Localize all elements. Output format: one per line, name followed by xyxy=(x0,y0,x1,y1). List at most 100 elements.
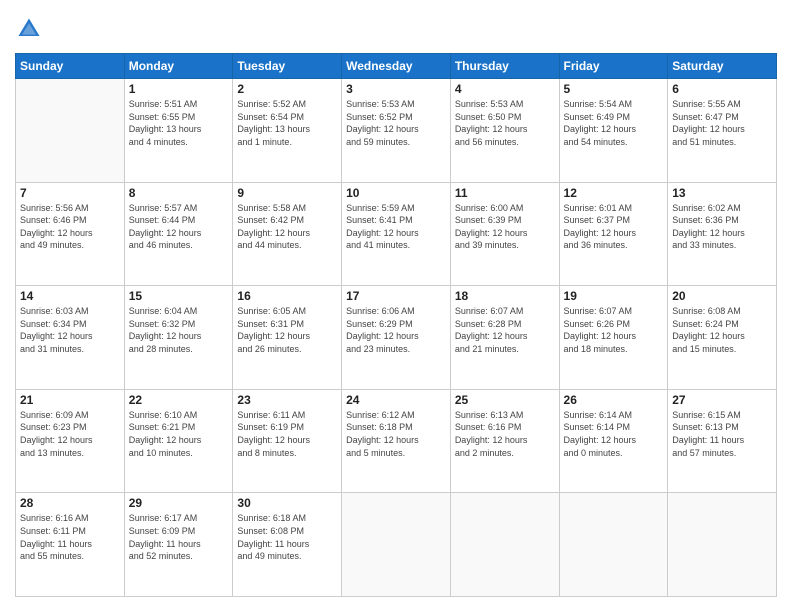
day-number: 7 xyxy=(20,186,120,200)
day-cell: 28Sunrise: 6:16 AM Sunset: 6:11 PM Dayli… xyxy=(16,493,125,597)
day-number: 17 xyxy=(346,289,446,303)
day-info: Sunrise: 5:57 AM Sunset: 6:44 PM Dayligh… xyxy=(129,202,229,252)
day-cell: 10 Sunrise: 5:59 AM Sunset: 6:41 PM Dayli… xyxy=(342,182,451,286)
day-header-thursday: Thursday xyxy=(450,54,559,79)
day-info: Sunrise: 5:53 AM Sunset: 6:52 PM Dayligh… xyxy=(346,98,446,148)
day-cell xyxy=(16,79,125,183)
day-number: 27 xyxy=(672,393,772,407)
day-info: Sunrise: 6:07 AM Sunset: 6:28 PM Dayligh… xyxy=(455,305,555,355)
day-info: Sunrise: 5:55 AM Sunset: 6:47 PM Dayligh… xyxy=(672,98,772,148)
week-row-1: 7 Sunrise: 5:56 AM Sunset: 6:46 PM Daylig… xyxy=(16,182,777,286)
day-number: 19 xyxy=(564,289,664,303)
header xyxy=(15,15,777,43)
day-number: 30 xyxy=(237,496,337,510)
day-info: Sunrise: 5:51 AM Sunset: 6:55 PM Dayligh… xyxy=(129,98,229,148)
week-row-3: 21 Sunrise: 6:09 AM Sunset: 6:23 PM Dayli… xyxy=(16,389,777,493)
day-header-monday: Monday xyxy=(124,54,233,79)
day-cell: 23Sunrise: 6:11 AM Sunset: 6:19 PM Dayli… xyxy=(233,389,342,493)
day-cell: 19 Sunrise: 6:07 AM Sunset: 6:26 PM Dayli… xyxy=(559,286,668,390)
day-cell: 6 Sunrise: 5:55 AM Sunset: 6:47 PM Daylig… xyxy=(668,79,777,183)
day-info: Sunrise: 6:12 AM Sunset: 6:18 PM Dayligh… xyxy=(346,409,446,459)
day-header-saturday: Saturday xyxy=(668,54,777,79)
day-info: Sunrise: 6:09 AM Sunset: 6:23 PM Dayligh… xyxy=(20,409,120,459)
day-info: Sunrise: 5:53 AM Sunset: 6:50 PM Dayligh… xyxy=(455,98,555,148)
day-info: Sunrise: 6:04 AM Sunset: 6:32 PM Dayligh… xyxy=(129,305,229,355)
day-cell: 16 Sunrise: 6:05 AM Sunset: 6:31 PM Dayli… xyxy=(233,286,342,390)
day-cell xyxy=(450,493,559,597)
day-cell: 17 Sunrise: 6:06 AM Sunset: 6:29 PM Dayli… xyxy=(342,286,451,390)
day-cell: 1Sunrise: 5:51 AM Sunset: 6:55 PM Daylig… xyxy=(124,79,233,183)
day-info: Sunrise: 6:08 AM Sunset: 6:24 PM Dayligh… xyxy=(672,305,772,355)
day-cell: 11 Sunrise: 6:00 AM Sunset: 6:39 PM Dayli… xyxy=(450,182,559,286)
day-number: 2 xyxy=(237,82,337,96)
week-row-2: 14 Sunrise: 6:03 AM Sunset: 6:34 PM Dayli… xyxy=(16,286,777,390)
day-cell: 9 Sunrise: 5:58 AM Sunset: 6:42 PM Daylig… xyxy=(233,182,342,286)
day-number: 16 xyxy=(237,289,337,303)
day-cell: 30 Sunrise: 6:18 AM Sunset: 6:08 PM Dayli… xyxy=(233,493,342,597)
day-number: 14 xyxy=(20,289,120,303)
day-cell: 3 Sunrise: 5:53 AM Sunset: 6:52 PM Daylig… xyxy=(342,79,451,183)
day-number: 29 xyxy=(129,496,229,510)
day-cell xyxy=(559,493,668,597)
day-number: 3 xyxy=(346,82,446,96)
day-number: 11 xyxy=(455,186,555,200)
day-info: Sunrise: 5:58 AM Sunset: 6:42 PM Dayligh… xyxy=(237,202,337,252)
day-cell: 22Sunrise: 6:10 AM Sunset: 6:21 PM Dayli… xyxy=(124,389,233,493)
day-number: 18 xyxy=(455,289,555,303)
day-info: Sunrise: 6:06 AM Sunset: 6:29 PM Dayligh… xyxy=(346,305,446,355)
day-number: 28 xyxy=(20,496,120,510)
day-cell: 14 Sunrise: 6:03 AM Sunset: 6:34 PM Dayli… xyxy=(16,286,125,390)
day-cell: 8 Sunrise: 5:57 AM Sunset: 6:44 PM Daylig… xyxy=(124,182,233,286)
day-cell: 20Sunrise: 6:08 AM Sunset: 6:24 PM Dayli… xyxy=(668,286,777,390)
day-info: Sunrise: 6:05 AM Sunset: 6:31 PM Dayligh… xyxy=(237,305,337,355)
day-info: Sunrise: 6:13 AM Sunset: 6:16 PM Dayligh… xyxy=(455,409,555,459)
day-cell: 12 Sunrise: 6:01 AM Sunset: 6:37 PM Dayli… xyxy=(559,182,668,286)
day-info: Sunrise: 6:07 AM Sunset: 6:26 PM Dayligh… xyxy=(564,305,664,355)
day-info: Sunrise: 6:03 AM Sunset: 6:34 PM Dayligh… xyxy=(20,305,120,355)
logo-icon xyxy=(15,15,43,43)
day-cell xyxy=(668,493,777,597)
day-number: 22 xyxy=(129,393,229,407)
day-info: Sunrise: 6:02 AM Sunset: 6:36 PM Dayligh… xyxy=(672,202,772,252)
day-header-friday: Friday xyxy=(559,54,668,79)
day-cell: 15 Sunrise: 6:04 AM Sunset: 6:32 PM Dayli… xyxy=(124,286,233,390)
day-info: Sunrise: 6:01 AM Sunset: 6:37 PM Dayligh… xyxy=(564,202,664,252)
day-number: 6 xyxy=(672,82,772,96)
day-header-tuesday: Tuesday xyxy=(233,54,342,79)
day-cell: 26Sunrise: 6:14 AM Sunset: 6:14 PM Dayli… xyxy=(559,389,668,493)
day-number: 8 xyxy=(129,186,229,200)
day-cell: 2 Sunrise: 5:52 AM Sunset: 6:54 PM Daylig… xyxy=(233,79,342,183)
day-number: 12 xyxy=(564,186,664,200)
day-number: 4 xyxy=(455,82,555,96)
day-number: 9 xyxy=(237,186,337,200)
day-cell xyxy=(342,493,451,597)
page: SundayMondayTuesdayWednesdayThursdayFrid… xyxy=(0,0,792,612)
day-cell: 13Sunrise: 6:02 AM Sunset: 6:36 PM Dayli… xyxy=(668,182,777,286)
day-number: 15 xyxy=(129,289,229,303)
day-info: Sunrise: 5:59 AM Sunset: 6:41 PM Dayligh… xyxy=(346,202,446,252)
day-cell: 4 Sunrise: 5:53 AM Sunset: 6:50 PM Daylig… xyxy=(450,79,559,183)
day-cell: 25 Sunrise: 6:13 AM Sunset: 6:16 PM Dayli… xyxy=(450,389,559,493)
day-cell: 21 Sunrise: 6:09 AM Sunset: 6:23 PM Dayli… xyxy=(16,389,125,493)
day-info: Sunrise: 6:15 AM Sunset: 6:13 PM Dayligh… xyxy=(672,409,772,459)
day-info: Sunrise: 6:14 AM Sunset: 6:14 PM Dayligh… xyxy=(564,409,664,459)
day-info: Sunrise: 6:00 AM Sunset: 6:39 PM Dayligh… xyxy=(455,202,555,252)
day-number: 25 xyxy=(455,393,555,407)
day-cell: 27 Sunrise: 6:15 AM Sunset: 6:13 PM Dayli… xyxy=(668,389,777,493)
day-number: 10 xyxy=(346,186,446,200)
day-header-sunday: Sunday xyxy=(16,54,125,79)
day-info: Sunrise: 6:17 AM Sunset: 6:09 PM Dayligh… xyxy=(129,512,229,562)
day-number: 24 xyxy=(346,393,446,407)
day-info: Sunrise: 5:56 AM Sunset: 6:46 PM Dayligh… xyxy=(20,202,120,252)
day-cell: 24 Sunrise: 6:12 AM Sunset: 6:18 PM Dayli… xyxy=(342,389,451,493)
day-info: Sunrise: 6:18 AM Sunset: 6:08 PM Dayligh… xyxy=(237,512,337,562)
day-info: Sunrise: 6:11 AM Sunset: 6:19 PM Dayligh… xyxy=(237,409,337,459)
day-cell: 18 Sunrise: 6:07 AM Sunset: 6:28 PM Dayli… xyxy=(450,286,559,390)
week-row-0: 1Sunrise: 5:51 AM Sunset: 6:55 PM Daylig… xyxy=(16,79,777,183)
day-cell: 7 Sunrise: 5:56 AM Sunset: 6:46 PM Daylig… xyxy=(16,182,125,286)
day-info: Sunrise: 5:52 AM Sunset: 6:54 PM Dayligh… xyxy=(237,98,337,148)
day-number: 21 xyxy=(20,393,120,407)
day-header-wednesday: Wednesday xyxy=(342,54,451,79)
day-cell: 5Sunrise: 5:54 AM Sunset: 6:49 PM Daylig… xyxy=(559,79,668,183)
calendar-table: SundayMondayTuesdayWednesdayThursdayFrid… xyxy=(15,53,777,597)
